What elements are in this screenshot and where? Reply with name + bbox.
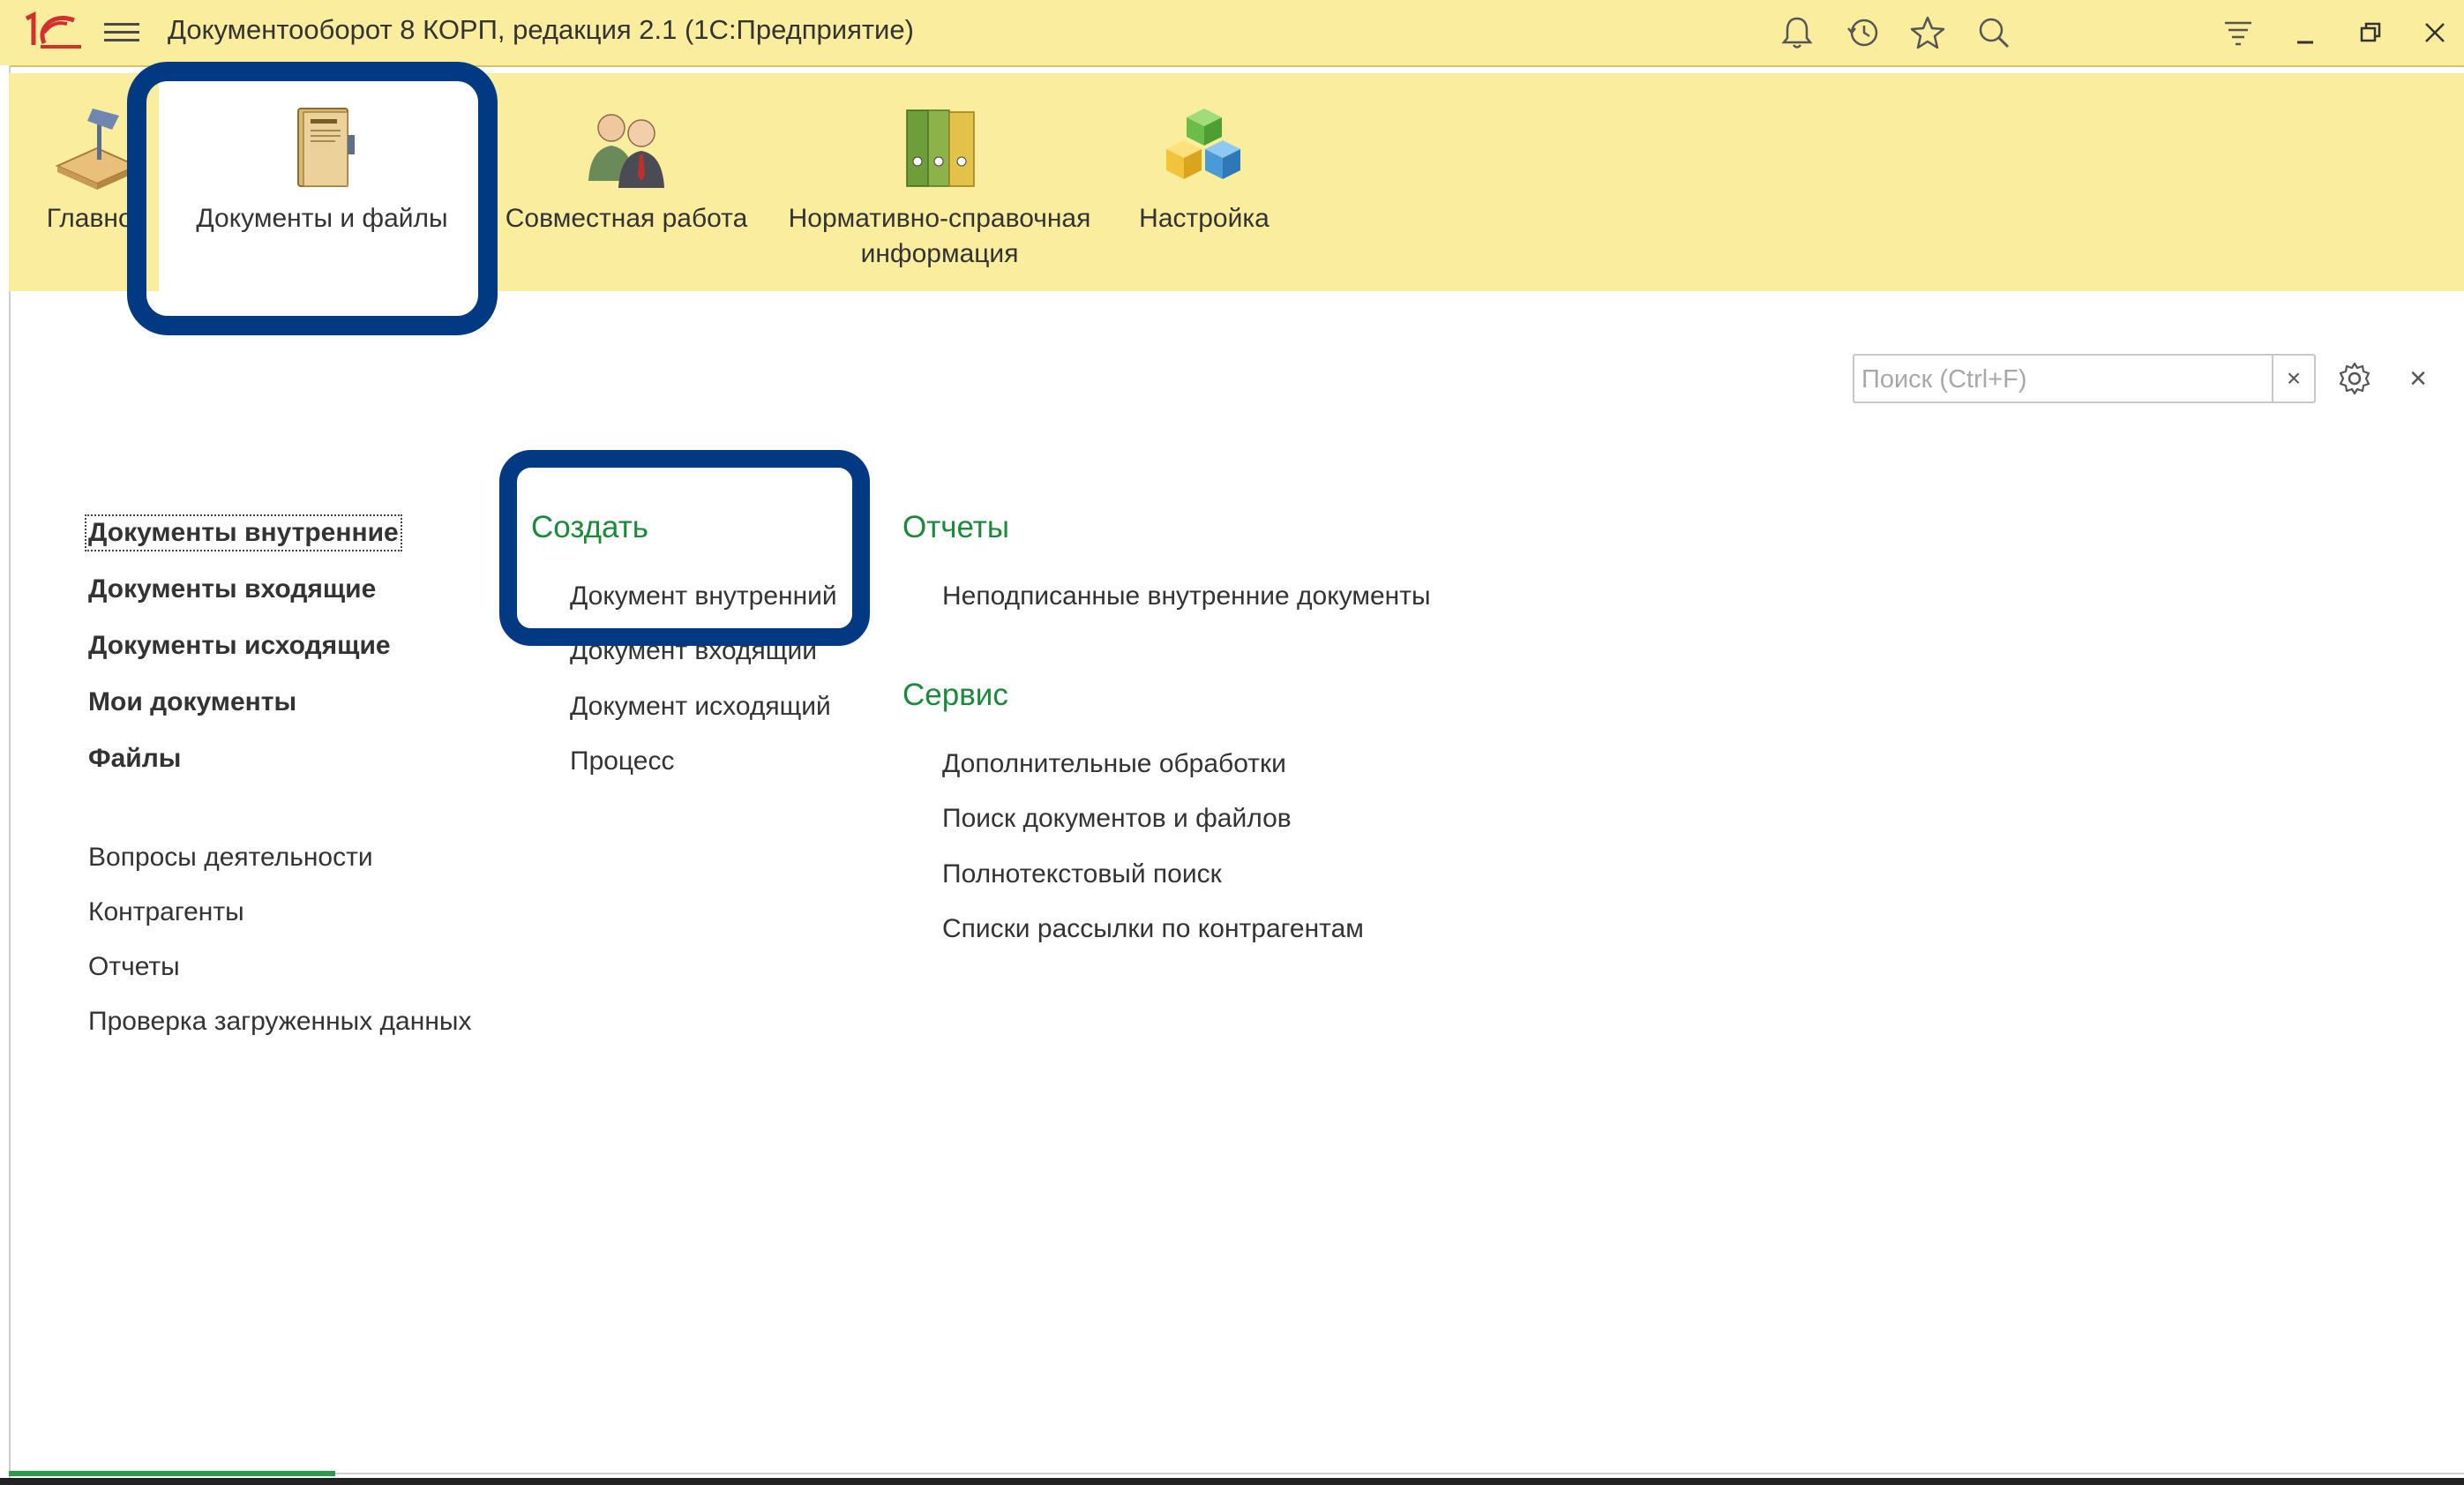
- settings-lines-icon[interactable]: [2216, 11, 2260, 55]
- nav-files[interactable]: Файлы: [88, 744, 181, 774]
- section-collaboration[interactable]: Совместная работа: [494, 73, 759, 291]
- nav-internal-documents[interactable]: Документы внутренние: [85, 514, 402, 551]
- service-additional-processing[interactable]: Дополнительные обработки: [942, 749, 1286, 779]
- service-fulltext-search[interactable]: Полнотекстовый поиск: [942, 859, 1222, 889]
- bottom-divider: [9, 1473, 2464, 1474]
- report-unsigned-internal-documents[interactable]: Неподписанные внутренние документы: [942, 581, 1431, 611]
- bottom-edge: [0, 1478, 2464, 1485]
- section-settings[interactable]: Настройка: [1120, 73, 1288, 291]
- section-reference-info[interactable]: Нормативно-справочная информация: [776, 73, 1103, 291]
- section-label: Совместная работа: [505, 204, 748, 233]
- service-search-documents-files[interactable]: Поиск документов и файлов: [942, 804, 1292, 834]
- progress-indicator: [9, 1471, 335, 1476]
- search-box: ×: [1853, 354, 2316, 403]
- nav-outgoing-documents[interactable]: Документы исходящие: [88, 631, 391, 661]
- nav-check-loaded-data[interactable]: Проверка загруженных данных: [88, 1007, 471, 1037]
- section-label: Нормативно-справочная информация: [788, 204, 1091, 268]
- title-bar: Документооборот 8 КОРП, редакция 2.1 (1С…: [0, 0, 2464, 67]
- star-icon[interactable]: [1906, 11, 1950, 55]
- history-icon[interactable]: [1841, 11, 1885, 55]
- 1c-logo-icon[interactable]: [23, 11, 85, 52]
- binders-icon: [891, 100, 988, 197]
- service-mailing-lists[interactable]: Списки рассылки по контрагентам: [942, 914, 1364, 944]
- group-title-reports: Отчеты: [902, 510, 1009, 544]
- panel-close-button[interactable]: ×: [2400, 360, 2437, 397]
- nav-counterparties[interactable]: Контрагенты: [88, 897, 244, 927]
- highlight-frame-create: [499, 450, 870, 646]
- section-label: Настройка: [1139, 204, 1269, 233]
- search-input[interactable]: [1860, 361, 2269, 398]
- main-menu-icon[interactable]: [104, 18, 139, 48]
- restore-icon[interactable]: [2348, 11, 2393, 55]
- nav-incoming-documents[interactable]: Документы входящие: [88, 574, 376, 604]
- search-icon[interactable]: [1972, 11, 2016, 55]
- gear-icon[interactable]: [2336, 360, 2373, 397]
- nav-my-documents[interactable]: Мои документы: [88, 687, 296, 717]
- bell-icon[interactable]: [1775, 11, 1819, 55]
- people-icon: [578, 100, 675, 197]
- cubes-icon: [1156, 100, 1253, 197]
- nav-reports[interactable]: Отчеты: [88, 952, 180, 982]
- highlight-frame-section: [127, 62, 498, 335]
- nav-activity-questions[interactable]: Вопросы деятельности: [88, 843, 373, 873]
- minimize-icon[interactable]: [2283, 11, 2327, 55]
- window-title: Документооборот 8 КОРП, редакция 2.1 (1С…: [168, 14, 914, 45]
- create-process[interactable]: Процесс: [570, 746, 674, 776]
- close-icon[interactable]: [2413, 11, 2457, 55]
- group-title-service: Сервис: [902, 678, 1008, 712]
- search-clear-button[interactable]: ×: [2272, 356, 2314, 401]
- create-outgoing-document[interactable]: Документ исходящий: [570, 692, 831, 722]
